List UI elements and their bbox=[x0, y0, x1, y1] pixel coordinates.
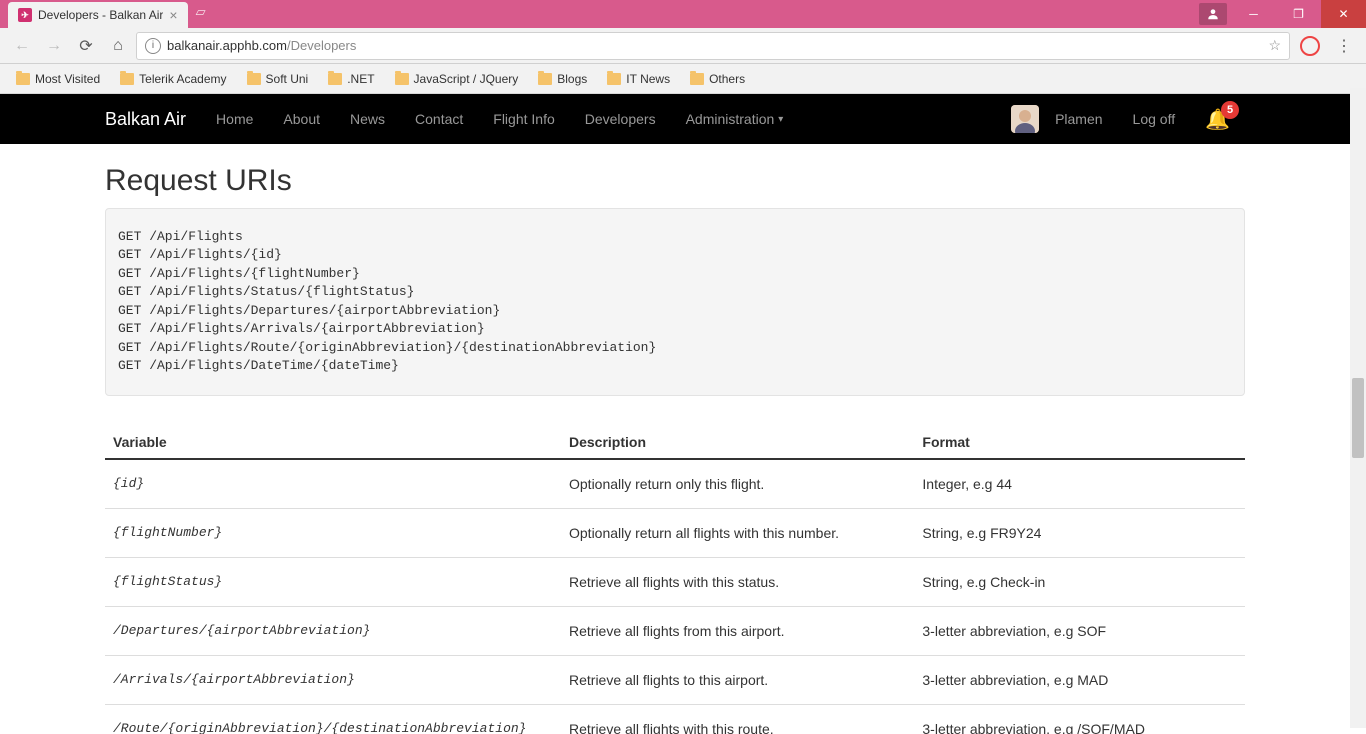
site-info-icon[interactable]: i bbox=[145, 38, 161, 54]
user-menu[interactable]: Plamen bbox=[996, 94, 1117, 144]
url-text: balkanair.apphb.com/Developers bbox=[167, 38, 1262, 53]
bookmark-item[interactable]: .NET bbox=[320, 68, 382, 90]
cell-description: Retrieve all flights to this airport. bbox=[561, 655, 914, 704]
table-row: {id}Optionally return only this flight.I… bbox=[105, 459, 1245, 509]
folder-icon bbox=[690, 73, 704, 85]
table-row: /Departures/{airportAbbreviation}Retriev… bbox=[105, 606, 1245, 655]
opera-icon[interactable] bbox=[1300, 36, 1320, 56]
cell-variable: /Route/{originAbbreviation}/{destination… bbox=[105, 704, 561, 734]
window-close-button[interactable]: ✕ bbox=[1321, 0, 1366, 28]
th-description: Description bbox=[561, 426, 914, 459]
cell-format: 3-letter abbreviation, e.g SOF bbox=[914, 606, 1245, 655]
cell-variable: /Departures/{airportAbbreviation} bbox=[105, 606, 561, 655]
tab-close-icon[interactable]: × bbox=[169, 7, 177, 23]
notifications-button[interactable]: 🔔 5 bbox=[1190, 107, 1245, 132]
cell-description: Optionally return all flights with this … bbox=[561, 508, 914, 557]
folder-icon bbox=[120, 73, 134, 85]
new-tab-button[interactable]: ▱ bbox=[188, 4, 214, 20]
bookmark-item[interactable]: Telerik Academy bbox=[112, 68, 234, 90]
window-minimize-button[interactable]: ─ bbox=[1231, 0, 1276, 28]
window-maximize-button[interactable]: ❐ bbox=[1276, 0, 1321, 28]
bookmark-star-icon[interactable]: ☆ bbox=[1268, 37, 1281, 54]
browser-titlebar: ✈ Developers - Balkan Air × ▱ ─ ❐ ✕ bbox=[0, 0, 1366, 28]
nav-flight-info[interactable]: Flight Info bbox=[478, 94, 569, 144]
table-row: {flightNumber}Optionally return all flig… bbox=[105, 508, 1245, 557]
cell-description: Retrieve all flights from this airport. bbox=[561, 606, 914, 655]
nav-contact[interactable]: Contact bbox=[400, 94, 478, 144]
variables-table: Variable Description Format {id}Optional… bbox=[105, 426, 1245, 734]
table-row: /Arrivals/{airportAbbreviation}Retrieve … bbox=[105, 655, 1245, 704]
avatar bbox=[1011, 105, 1039, 133]
logoff-link[interactable]: Log off bbox=[1118, 94, 1191, 144]
nav-news[interactable]: News bbox=[335, 94, 400, 144]
bookmark-item[interactable]: Others bbox=[682, 68, 753, 90]
folder-icon bbox=[538, 73, 552, 85]
tab-title: Developers - Balkan Air bbox=[38, 8, 163, 22]
home-button[interactable]: ⌂ bbox=[104, 32, 132, 60]
caret-down-icon: ▾ bbox=[778, 114, 783, 125]
uri-list: GET /Api/Flights GET /Api/Flights/{id} G… bbox=[105, 208, 1245, 396]
nav-administration[interactable]: Administration▾ bbox=[671, 94, 799, 144]
cell-format: String, e.g Check-in bbox=[914, 557, 1245, 606]
cell-description: Retrieve all flights with this route. bbox=[561, 704, 914, 734]
bookmark-item[interactable]: Most Visited bbox=[8, 68, 108, 90]
folder-icon bbox=[607, 73, 621, 85]
bookmark-item[interactable]: IT News bbox=[599, 68, 678, 90]
bookmarks-bar: Most Visited Telerik Academy Soft Uni .N… bbox=[0, 64, 1366, 94]
folder-icon bbox=[395, 73, 409, 85]
chrome-user-icon[interactable] bbox=[1199, 3, 1227, 25]
cell-format: String, e.g FR9Y24 bbox=[914, 508, 1245, 557]
back-button[interactable]: ← bbox=[8, 32, 36, 60]
th-variable: Variable bbox=[105, 426, 561, 459]
bookmark-item[interactable]: Blogs bbox=[530, 68, 595, 90]
cell-format: Integer, e.g 44 bbox=[914, 459, 1245, 509]
favicon-icon: ✈ bbox=[18, 8, 32, 22]
bookmark-item[interactable]: JavaScript / JQuery bbox=[387, 68, 527, 90]
table-row: {flightStatus}Retrieve all flights with … bbox=[105, 557, 1245, 606]
cell-format: 3-letter abbreviation, e.g MAD bbox=[914, 655, 1245, 704]
bookmark-item[interactable]: Soft Uni bbox=[239, 68, 317, 90]
cell-variable: {flightStatus} bbox=[105, 557, 561, 606]
address-bar[interactable]: i balkanair.apphb.com/Developers ☆ bbox=[136, 32, 1290, 60]
folder-icon bbox=[247, 73, 261, 85]
brand[interactable]: Balkan Air bbox=[105, 109, 201, 130]
th-format: Format bbox=[914, 426, 1245, 459]
cell-variable: /Arrivals/{airportAbbreviation} bbox=[105, 655, 561, 704]
cell-variable: {flightNumber} bbox=[105, 508, 561, 557]
browser-toolbar: ← → ⟳ ⌂ i balkanair.apphb.com/Developers… bbox=[0, 28, 1366, 64]
chrome-menu-icon[interactable]: ⋮ bbox=[1330, 36, 1358, 56]
nav-home[interactable]: Home bbox=[201, 94, 268, 144]
notifications-badge: 5 bbox=[1221, 101, 1239, 119]
table-row: /Route/{originAbbreviation}/{destination… bbox=[105, 704, 1245, 734]
forward-button[interactable]: → bbox=[40, 32, 68, 60]
cell-description: Optionally return only this flight. bbox=[561, 459, 914, 509]
reload-button[interactable]: ⟳ bbox=[72, 32, 100, 60]
site-navbar: Balkan Air Home About News Contact Fligh… bbox=[0, 94, 1350, 144]
nav-about[interactable]: About bbox=[268, 94, 335, 144]
nav-developers[interactable]: Developers bbox=[570, 94, 671, 144]
cell-format: 3-letter abbreviation, e.g /SOF/MAD bbox=[914, 704, 1245, 734]
browser-tab[interactable]: ✈ Developers - Balkan Air × bbox=[8, 2, 188, 28]
cell-description: Retrieve all flights with this status. bbox=[561, 557, 914, 606]
folder-icon bbox=[16, 73, 30, 85]
folder-icon bbox=[328, 73, 342, 85]
cell-variable: {id} bbox=[105, 459, 561, 509]
page-title: Request URIs bbox=[105, 164, 1245, 198]
